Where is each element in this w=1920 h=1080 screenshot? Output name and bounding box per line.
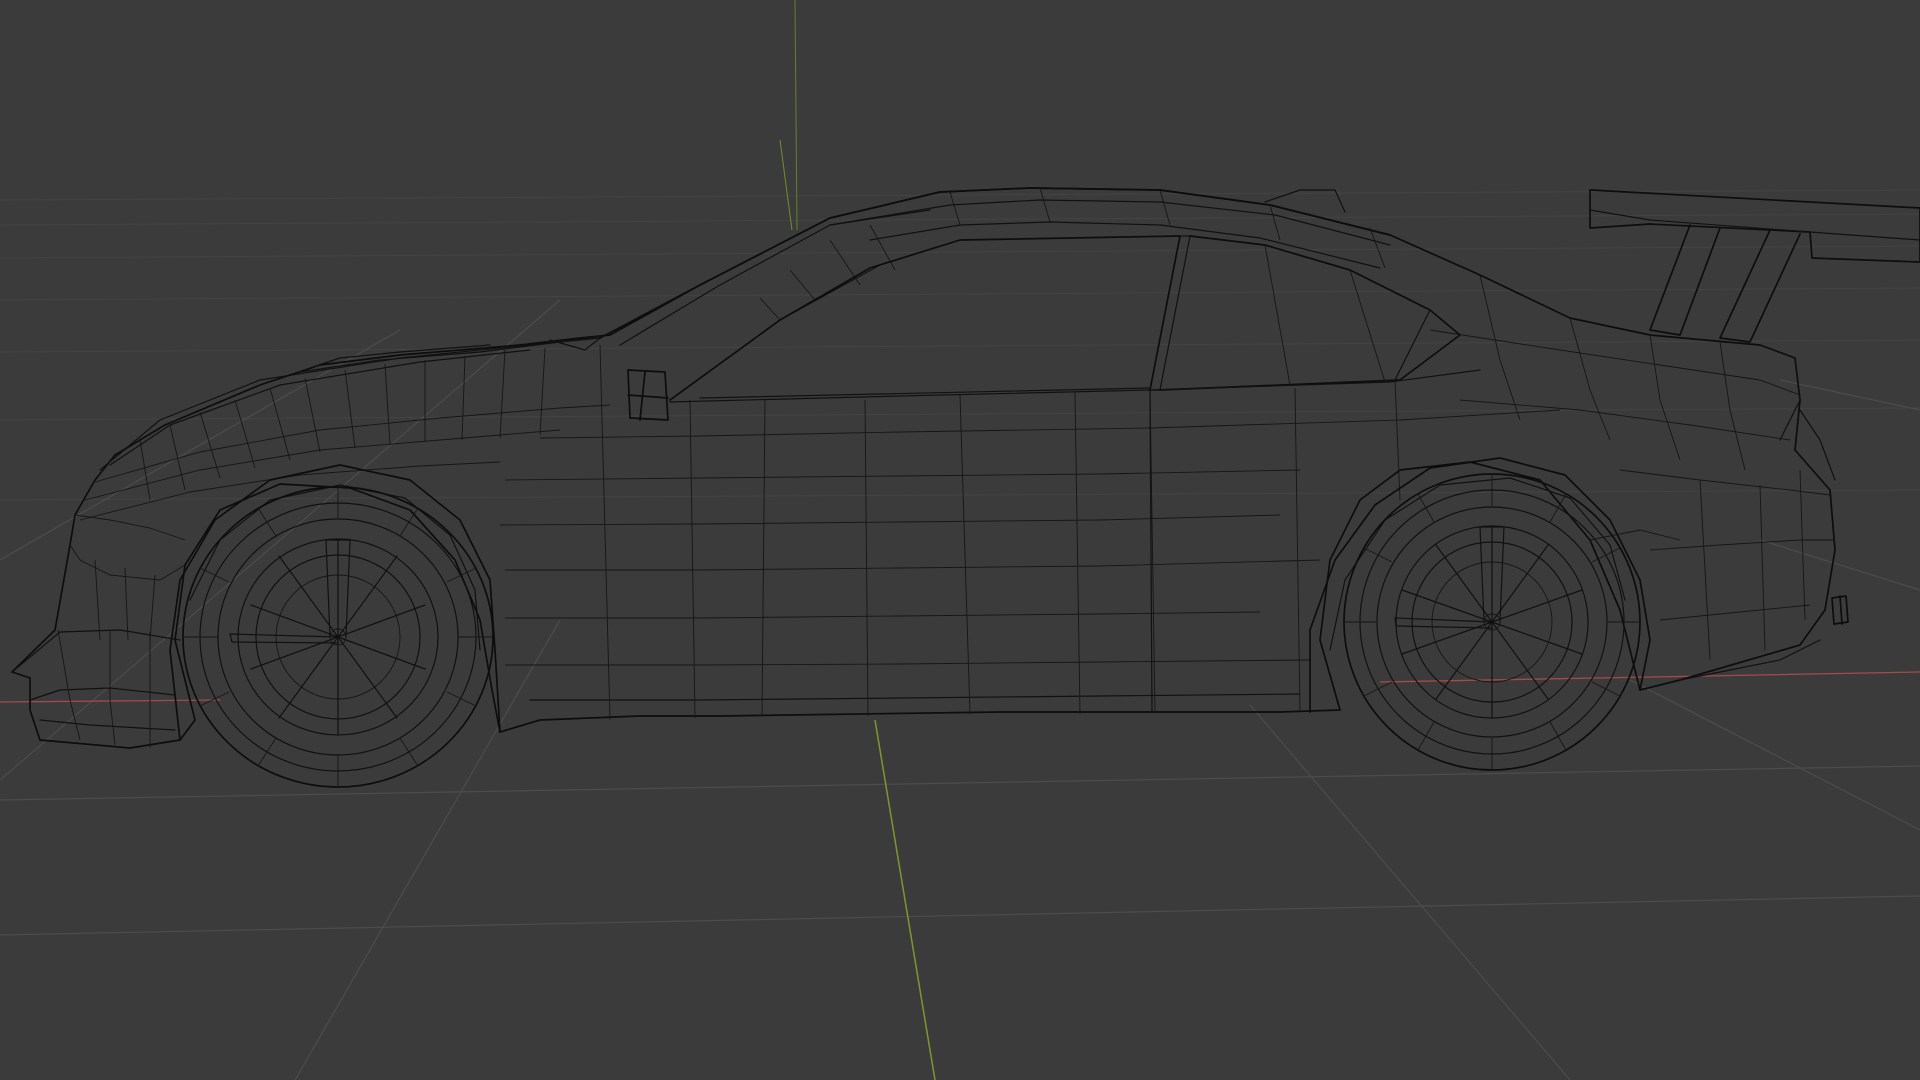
floor-grid	[0, 189, 1920, 1080]
rear-window	[1159, 235, 1461, 391]
z-axis-line-lower	[779, 139, 793, 231]
side-mirror	[627, 369, 669, 421]
car-wireframe[interactable]	[11, 187, 1920, 788]
rear-wing	[1589, 189, 1920, 343]
y-axis-line	[874, 719, 936, 1080]
axis-lines	[0, 0, 1920, 1080]
3d-viewport[interactable]	[0, 0, 1920, 1080]
viewport-canvas[interactable]	[0, 0, 1920, 1080]
exhaust	[1831, 595, 1849, 625]
b-pillar	[1149, 235, 1191, 391]
